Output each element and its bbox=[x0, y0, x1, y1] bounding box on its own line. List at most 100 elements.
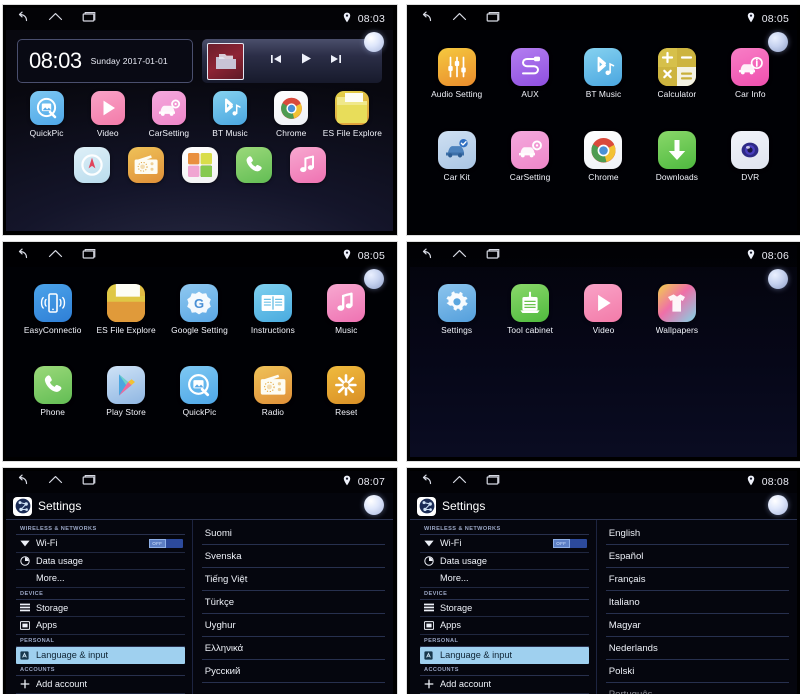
app-es-file-explorer[interactable]: ES File Explore bbox=[89, 284, 162, 335]
app-bt-music[interactable]: BT Music bbox=[567, 48, 640, 99]
recents-icon[interactable] bbox=[486, 473, 501, 491]
back-icon[interactable] bbox=[15, 247, 29, 265]
sidebar-item-data-usage[interactable]: Data usage bbox=[16, 553, 185, 570]
sidebar-item-more[interactable]: More... bbox=[420, 570, 589, 588]
app-settings[interactable]: Settings bbox=[420, 284, 493, 335]
sidebar-item-storage[interactable]: Storage bbox=[420, 600, 589, 617]
sidebar-item-apps[interactable]: Apps bbox=[16, 617, 185, 635]
home-icon[interactable] bbox=[452, 473, 467, 491]
language-list[interactable]: English Español Français Italiano Magyar… bbox=[595, 520, 797, 694]
home-icon[interactable] bbox=[48, 247, 63, 265]
clock-widget[interactable]: 08:03 Sunday 2017-01-01 bbox=[17, 39, 193, 83]
app-video[interactable]: Video bbox=[567, 284, 640, 335]
language-option[interactable]: Uyghur bbox=[201, 614, 385, 637]
sidebar-item-language-input[interactable]: Language & input bbox=[420, 646, 589, 664]
back-icon[interactable] bbox=[419, 247, 433, 265]
sidebar-item-add-account[interactable]: Add account bbox=[16, 676, 185, 694]
app-downloads[interactable]: Downloads bbox=[640, 131, 713, 182]
app-car-info[interactable]: Car Info bbox=[714, 48, 787, 99]
back-icon[interactable] bbox=[15, 473, 29, 491]
app-carsetting[interactable]: CarSetting bbox=[493, 131, 566, 182]
app-quickpic[interactable]: QuickPic bbox=[163, 366, 236, 417]
floating-assistant-button[interactable] bbox=[768, 495, 788, 515]
app-easyconnection[interactable]: EasyConnectio bbox=[16, 284, 89, 335]
app-chrome[interactable]: Chrome bbox=[567, 131, 640, 182]
app-wallpapers[interactable]: Wallpapers bbox=[640, 284, 713, 335]
language-list[interactable]: Suomi Svenska Tiếng Việt Türkçe Uyghur Ε… bbox=[191, 520, 393, 694]
language-option[interactable]: Tiếng Việt bbox=[201, 568, 385, 591]
app-radio[interactable]: Radio bbox=[236, 366, 309, 417]
sidebar-item-add-account[interactable]: Add account bbox=[420, 676, 589, 694]
sidebar-item-storage[interactable]: Storage bbox=[16, 600, 185, 617]
language-option[interactable]: Polski bbox=[605, 660, 789, 683]
navigation-icon[interactable] bbox=[73, 147, 110, 183]
app-instructions[interactable]: Instructions bbox=[236, 284, 309, 335]
app-dvr[interactable]: DVR bbox=[714, 131, 787, 182]
sidebar-item-more[interactable]: More... bbox=[16, 570, 185, 588]
home-icon[interactable] bbox=[48, 10, 63, 28]
floating-assistant-button[interactable] bbox=[768, 269, 788, 289]
back-icon[interactable] bbox=[15, 10, 29, 28]
recents-icon[interactable] bbox=[82, 10, 97, 28]
language-option[interactable]: Suomi bbox=[201, 522, 385, 545]
recents-icon[interactable] bbox=[82, 473, 97, 491]
apps-grid-icon[interactable] bbox=[181, 147, 218, 183]
phone-icon bbox=[33, 366, 72, 404]
app-es-file-explorer[interactable]: ES File Explore bbox=[322, 91, 383, 138]
home-icon[interactable] bbox=[48, 473, 63, 491]
app-tool-cabinet[interactable]: Tool cabinet bbox=[493, 284, 566, 335]
app-chrome[interactable]: Chrome bbox=[261, 91, 322, 138]
sidebar-item-wifi[interactable]: Wi-Fi OFF bbox=[16, 535, 185, 553]
language-option[interactable]: English bbox=[605, 522, 789, 545]
language-option[interactable]: Magyar bbox=[605, 614, 789, 637]
back-icon[interactable] bbox=[419, 473, 433, 491]
floating-assistant-button[interactable] bbox=[364, 495, 384, 515]
recents-icon[interactable] bbox=[486, 10, 501, 28]
app-video[interactable]: Video bbox=[77, 91, 138, 138]
app-phone[interactable]: Phone bbox=[16, 366, 89, 417]
media-player-widget[interactable] bbox=[202, 39, 382, 83]
phone-icon[interactable] bbox=[235, 147, 272, 183]
app-audio-setting[interactable]: Audio Setting bbox=[420, 48, 493, 99]
app-aux[interactable]: AUX bbox=[493, 48, 566, 99]
recents-icon[interactable] bbox=[486, 247, 501, 265]
app-calculator[interactable]: Calculator bbox=[640, 48, 713, 99]
home-icon[interactable] bbox=[452, 10, 467, 28]
floating-assistant-button[interactable] bbox=[364, 32, 384, 52]
language-option[interactable]: Svenska bbox=[201, 545, 385, 568]
app-google-settings[interactable]: G Google Setting bbox=[163, 284, 236, 335]
home-icon[interactable] bbox=[452, 247, 467, 265]
language-option[interactable]: Русский bbox=[201, 660, 385, 683]
location-pin-icon bbox=[343, 247, 351, 265]
app-play-store[interactable]: Play Store bbox=[89, 366, 162, 417]
language-option[interactable]: Ελληνικά bbox=[201, 637, 385, 660]
app-music[interactable]: Music bbox=[310, 284, 383, 335]
language-option[interactable]: Português bbox=[606, 683, 789, 694]
sidebar-item-language-input[interactable]: Language & input bbox=[16, 646, 185, 664]
language-option[interactable]: Nederlands bbox=[605, 637, 789, 660]
floating-assistant-button[interactable] bbox=[768, 32, 788, 52]
app-reset[interactable]: Reset bbox=[310, 366, 383, 417]
play-icon[interactable] bbox=[300, 52, 312, 70]
video-icon bbox=[90, 91, 125, 125]
wifi-toggle[interactable]: OFF bbox=[148, 538, 183, 548]
language-option[interactable]: Italiano bbox=[605, 591, 789, 614]
floating-assistant-button[interactable] bbox=[364, 269, 384, 289]
language-option[interactable]: Español bbox=[605, 545, 789, 568]
recents-icon[interactable] bbox=[82, 247, 97, 265]
radio-icon[interactable] bbox=[127, 147, 164, 183]
language-option[interactable]: Français bbox=[605, 568, 789, 591]
back-icon[interactable] bbox=[419, 10, 433, 28]
sidebar-item-apps[interactable]: Apps bbox=[420, 617, 589, 635]
language-option[interactable]: Türkçe bbox=[201, 591, 385, 614]
next-track-icon[interactable] bbox=[330, 52, 342, 70]
music-icon[interactable] bbox=[289, 147, 326, 183]
previous-track-icon[interactable] bbox=[270, 52, 282, 70]
sidebar-item-wifi[interactable]: Wi-Fi OFF bbox=[420, 535, 589, 553]
app-bt-music[interactable]: BT Music bbox=[200, 91, 261, 138]
wifi-toggle[interactable]: OFF bbox=[552, 538, 587, 548]
app-car-kit[interactable]: Car Kit bbox=[420, 131, 493, 182]
app-carsetting[interactable]: CarSetting bbox=[138, 91, 199, 138]
sidebar-item-data-usage[interactable]: Data usage bbox=[420, 553, 589, 570]
app-quickpic[interactable]: QuickPic bbox=[16, 91, 77, 138]
